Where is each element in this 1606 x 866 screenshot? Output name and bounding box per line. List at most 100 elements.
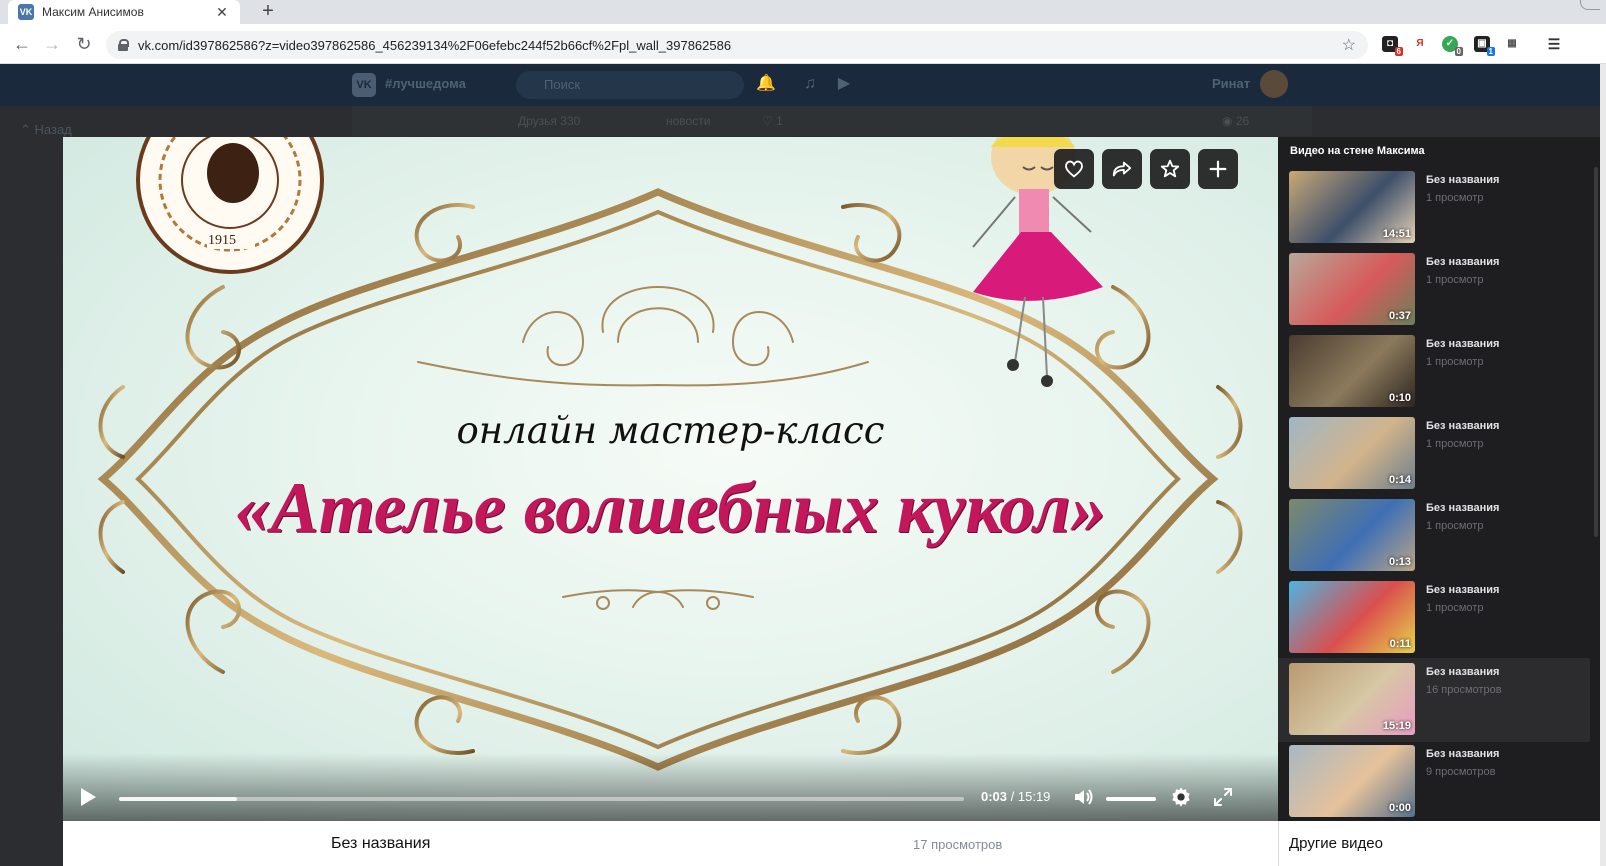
video-duration: 0:10 [1388,392,1411,404]
favorite-button[interactable] [1150,149,1190,189]
playlist-item-title[interactable]: Без названия [1426,338,1499,350]
hashtag-label[interactable]: #лучшедома [385,76,466,91]
playlist-title: Видео на стене Максима [1290,145,1425,157]
friends-label: Друзья 330 [518,114,581,128]
video-duration: 0:11 [1389,638,1411,650]
address-bar[interactable]: vk.com/id397862586?z=video397862586_4562… [106,31,1368,59]
video-thumbnail[interactable]: 0:11 [1289,581,1415,653]
like-button[interactable] [1054,149,1094,189]
yandex-icon[interactable]: Я [1412,36,1428,52]
music-icon[interactable]: ♫ [800,74,820,94]
forward-arrow-icon[interactable]: → [40,32,64,56]
playlist-item-title[interactable]: Без названия [1426,256,1499,268]
playlist-item[interactable]: 0:11 Без названия 1 просмотр [1278,576,1590,660]
playlist-item[interactable]: 0:13 Без названия 1 просмотр [1278,494,1590,578]
video-duration: 0:00 [1388,802,1411,814]
news-label: новости [666,114,711,128]
playlist-item-views: 1 просмотр [1426,192,1484,204]
playlist-item-title[interactable]: Без названия [1426,748,1499,760]
playlist-item-views: 9 просмотров [1426,766,1496,778]
fullscreen-icon[interactable] [1213,787,1233,807]
playlist-item-title[interactable]: Без названия [1426,502,1499,514]
volume-fill [1106,797,1156,801]
browser-tab-strip: VK Максим Анисимов ✕ + [0,0,1606,24]
video-title: Без названия [331,835,431,852]
video-thumbnail[interactable]: 15:19 [1289,663,1415,735]
playlist-item-views: 1 просмотр [1426,274,1484,286]
user-name[interactable]: Ринат [1212,76,1250,91]
playlist-item[interactable]: 15:19 Без названия 16 просмотров [1278,658,1590,742]
play-icon[interactable] [79,787,97,807]
seal-year: 1915 [208,233,236,248]
qr-code-icon[interactable]: ▦ [1504,36,1520,52]
search-input[interactable]: Поиск [516,71,744,99]
playlist-item-title[interactable]: Без названия [1426,584,1499,596]
back-link[interactable]: ⌃ Назад [20,122,72,138]
player-actions [1054,149,1238,189]
video-thumbnail[interactable]: 14:51 [1289,171,1415,243]
playlist-item[interactable]: 0:00 Без названия 9 просмотров [1278,740,1590,821]
video-info-bar: Без названия 17 просмотров [63,821,1278,866]
volume-slider[interactable] [1106,797,1156,801]
add-button[interactable] [1198,149,1238,189]
share-button[interactable] [1102,149,1142,189]
back-arrow-icon[interactable]: ← [10,32,34,56]
share-icon [1112,161,1132,177]
view-count: 17 просмотров [913,837,1003,852]
other-videos-bar: Другие видео [1278,821,1600,866]
playlist-item-title[interactable]: Без названия [1426,666,1499,678]
plus-icon [1209,160,1227,178]
heart-icon [1065,160,1083,178]
video-thumbnail[interactable]: 0:37 [1289,253,1415,325]
browser-tab[interactable]: VK Максим Анисимов ✕ [8,0,240,24]
avatar[interactable] [1260,70,1288,98]
playlist-sidebar: Видео на стене Максима 14:51 Без названия… [1278,137,1600,821]
video-duration: 0:13 [1388,556,1411,568]
progress-bar[interactable] [119,797,964,801]
vk-header: VK #лучшедома Поиск 🔔 ♫ ▶ Ринат [0,64,1606,106]
playlist-item[interactable]: 0:10 Без названия 1 просмотр [1278,330,1590,414]
other-videos-tab[interactable]: Другие видео [1289,835,1383,852]
playlist-item[interactable]: 0:37 Без названия 1 просмотр [1278,248,1590,332]
likes-count: ♡ 1 [762,114,783,128]
vk-logo-icon[interactable]: VK [352,73,376,97]
playlist-item-views: 1 просмотр [1426,438,1484,450]
shield-extension-icon[interactable]: ✓ 0 [1442,36,1463,56]
playlist-item[interactable]: 0:14 Без названия 1 просмотр [1278,412,1590,496]
video-subtitle: онлайн мастер-класс [456,409,885,452]
video-duration: 0:37 [1388,310,1411,322]
vk-favicon-icon: VK [18,4,34,20]
bookmark-star-icon[interactable]: ☆ [1342,35,1356,55]
video-thumbnail[interactable]: 0:14 [1289,417,1415,489]
close-icon[interactable]: ✕ [214,4,230,21]
playlist-item-title[interactable]: Без названия [1426,174,1499,186]
play-icon[interactable]: ▶ [834,74,854,94]
video-thumbnail[interactable]: 0:00 [1289,745,1415,817]
playlist-item[interactable]: 14:51 Без названия 1 просмотр [1278,166,1590,250]
profile-strip: Друзья 330 новости ♡ 1 ◉ 26 [352,106,1312,136]
museum-seal-icon [136,137,324,274]
bell-icon[interactable]: 🔔 [756,74,776,94]
video-thumbnail[interactable]: 0:10 [1289,335,1415,407]
playlist-item-views: 1 просмотр [1426,602,1484,614]
lock-icon [118,39,129,51]
browser-toolbar: ← → ↻ vk.com/id397862586?z=video39786258… [0,24,1606,64]
star-icon [1160,159,1180,178]
player-controls: 0:03 / 15:19 [63,753,1278,821]
scrollbar[interactable] [1594,167,1598,537]
url-text[interactable]: vk.com/id397862586?z=video397862586_4562… [138,38,1342,53]
reload-icon[interactable]: ↻ [72,32,96,56]
extension-icon[interactable]: ◘ 6 [1382,36,1403,56]
menu-icon[interactable]: ☰ [1546,36,1562,52]
window-control[interactable] [1580,0,1600,10]
box-extension-icon[interactable]: ▣ 1 [1474,36,1495,56]
playlist-item-views: 1 просмотр [1426,520,1484,532]
video-player[interactable]: 1915 онлайн мастер-класс «Ателье волшебн… [63,137,1278,821]
video-thumbnail[interactable]: 0:13 [1289,499,1415,571]
page-scrollbar[interactable] [1600,64,1606,866]
playlist-item-title[interactable]: Без названия [1426,420,1499,432]
tab-title: Максим Анисимов [42,5,144,19]
gear-icon[interactable] [1170,786,1192,808]
volume-icon[interactable] [1073,787,1095,807]
new-tab-button[interactable]: + [256,0,280,24]
